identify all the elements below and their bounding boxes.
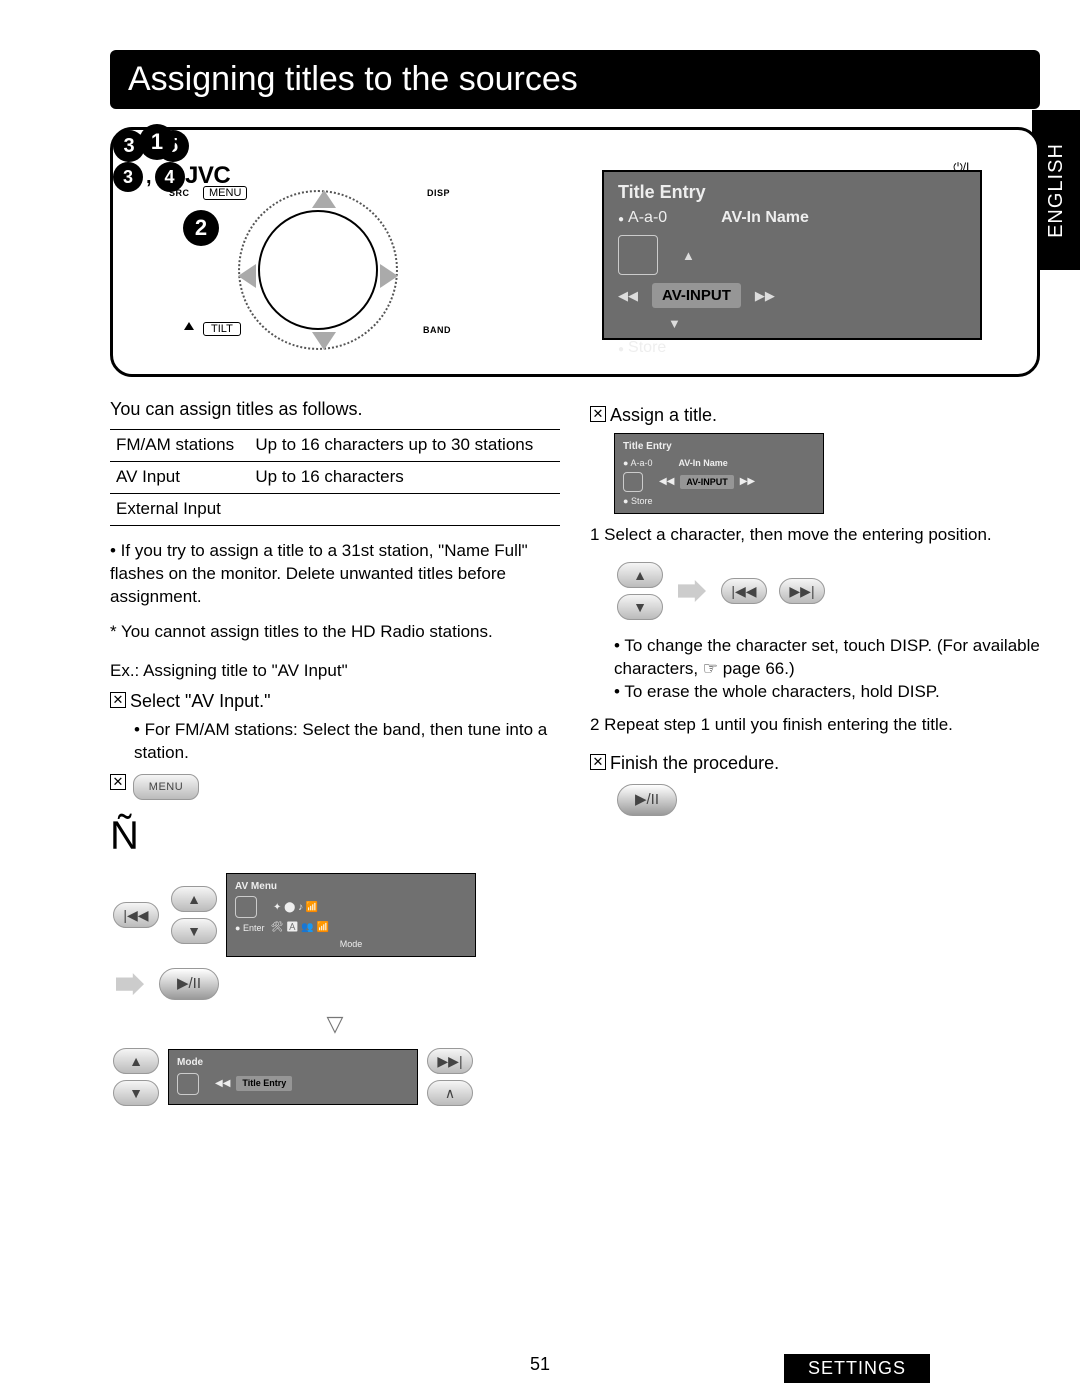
down-arrow-icon: ▼	[668, 316, 681, 331]
jog-dial	[238, 190, 398, 350]
example-label: Ex.: Assigning title to "AV Input"	[110, 660, 560, 683]
tilt-button-label: TILT	[203, 322, 241, 336]
step-finish: Finish the procedure.	[590, 751, 1040, 775]
bullet-erase: • To erase the whole characters, hold DI…	[614, 681, 1040, 704]
step-marker-icon	[590, 754, 606, 770]
flow-down-icon: ▽	[110, 1009, 560, 1039]
head-unit-diagram: JVC SRC MENU DISP TILT BAND ⏻/I ATT 1 2 …	[110, 127, 1040, 377]
device-screen: Title Entry A-a-0 AV-In Name ▲ ◀◀ AV-INP…	[602, 170, 982, 340]
language-tab-label: ENGLISH	[1045, 143, 1068, 238]
title-limits-table: FM/AM stationsUp to 16 characters up to …	[110, 429, 560, 526]
menu-button: MENU	[133, 774, 199, 800]
crosshair-icon	[623, 472, 643, 492]
manual-page: ENGLISH Assigning titles to the sources …	[0, 0, 1080, 1397]
step-2-content: MENU	[130, 771, 202, 803]
table-row: AV InputUp to 16 characters	[110, 462, 560, 494]
intro-text: You can assign titles as follows.	[110, 397, 560, 421]
step-badge-2: 2	[183, 210, 219, 246]
step-marker-icon	[590, 406, 606, 422]
mode-thumbnail: Mode ◀◀Title Entry	[168, 1049, 418, 1105]
disp-label: DISP	[427, 188, 450, 198]
step-glyph: Ñ	[110, 809, 560, 863]
section-tab: SETTINGS	[784, 1354, 930, 1383]
band-label: BAND	[423, 325, 451, 335]
next-button: ▶▶|	[427, 1048, 473, 1074]
table-row: FM/AM stationsUp to 16 characters up to …	[110, 430, 560, 462]
step-assign-text: Assign a title.	[610, 403, 717, 427]
step-1: Select "AV Input."	[110, 689, 560, 713]
next-button: ▶▶|	[779, 578, 825, 604]
input-value-box: AV-INPUT	[652, 283, 741, 308]
screen-opt-a: A-a-0	[618, 209, 667, 227]
step-assign: Assign a title.	[590, 403, 1040, 427]
dial-left-icon	[238, 264, 256, 288]
src-label: SRC	[169, 188, 190, 198]
crosshair-icon	[618, 235, 658, 275]
dial-down-icon	[312, 332, 336, 350]
step-marker-icon	[110, 774, 126, 790]
down-button: ▼	[617, 594, 663, 620]
play-pause-button: ▶/II	[617, 784, 677, 816]
play-pause-button: ▶/II	[159, 968, 219, 1000]
step-2: MENU	[110, 771, 560, 803]
flow-arrow-icon	[678, 580, 706, 602]
step-3-cluster: |◀◀ ▲ ▼ AV Menu ✦ ⬤ ♪ 📶 ● Enter🛠 🅰 👥 📶 M…	[110, 873, 560, 1109]
crosshair-icon	[177, 1073, 199, 1095]
down-button: ▼	[113, 1080, 159, 1106]
menu-button-label: MENU	[203, 186, 247, 200]
step-marker-icon	[110, 692, 126, 708]
up-button: ▲	[617, 562, 663, 588]
table-row: External Input	[110, 494, 560, 526]
up-button: ▲	[113, 1048, 159, 1074]
up-button: ▲	[171, 886, 217, 912]
screen-title: Title Entry	[618, 182, 966, 203]
triangle-up-icon	[184, 322, 194, 330]
step-1-sub: • For FM/AM stations: Select the band, t…	[134, 719, 560, 765]
step-badge-3-5: 3 , 5	[113, 130, 1037, 162]
step-finish-text: Finish the procedure.	[610, 751, 779, 775]
dial-right-icon	[380, 264, 398, 288]
down-button: ▼	[171, 918, 217, 944]
note-hd-radio: * You cannot assign titles to the HD Rad…	[110, 621, 560, 644]
step-1-text: Select "AV Input."	[130, 689, 271, 713]
left-column: You can assign titles as follows. FM/AM …	[110, 397, 560, 1109]
char-nav-cluster: ▲ ▼ |◀◀ ▶▶|	[614, 559, 1040, 623]
title-entry-thumbnail: Title Entry ● A-a-0AV-In Name ◀◀AV-INPUT…	[614, 433, 824, 514]
ffwd-icon: ▶▶	[755, 288, 775, 304]
right-column: Assign a title. Title Entry ● A-a-0AV-In…	[590, 397, 1040, 819]
dial-up-icon	[312, 190, 336, 208]
hat-up-button: ∧	[427, 1080, 473, 1106]
prev-button: |◀◀	[113, 902, 159, 928]
rew-icon: ◀◀	[618, 288, 638, 304]
screen-opt-b: AV-In Name	[721, 209, 809, 227]
page-title: Assigning titles to the sources	[110, 50, 1040, 109]
r2-text: 2 Repeat step 1 until you finish enterin…	[590, 714, 1040, 737]
prev-button: |◀◀	[721, 578, 767, 604]
bullet-charset: • To change the character set, touch DIS…	[614, 635, 1040, 681]
r1-text: 1 Select a character, then move the ente…	[590, 524, 1040, 547]
up-arrow-icon: ▲	[682, 248, 695, 263]
screen-store: Store	[618, 339, 966, 357]
body-columns: You can assign titles as follows. FM/AM …	[110, 397, 1040, 1109]
crosshair-icon	[235, 896, 257, 918]
note-name-full: • If you try to assign a title to a 31st…	[110, 540, 560, 609]
step-badge-1: 1	[139, 124, 175, 160]
flow-arrow-icon	[116, 973, 144, 995]
avmenu-thumbnail: AV Menu ✦ ⬤ ♪ 📶 ● Enter🛠 🅰 👥 📶 Mode	[226, 873, 476, 957]
